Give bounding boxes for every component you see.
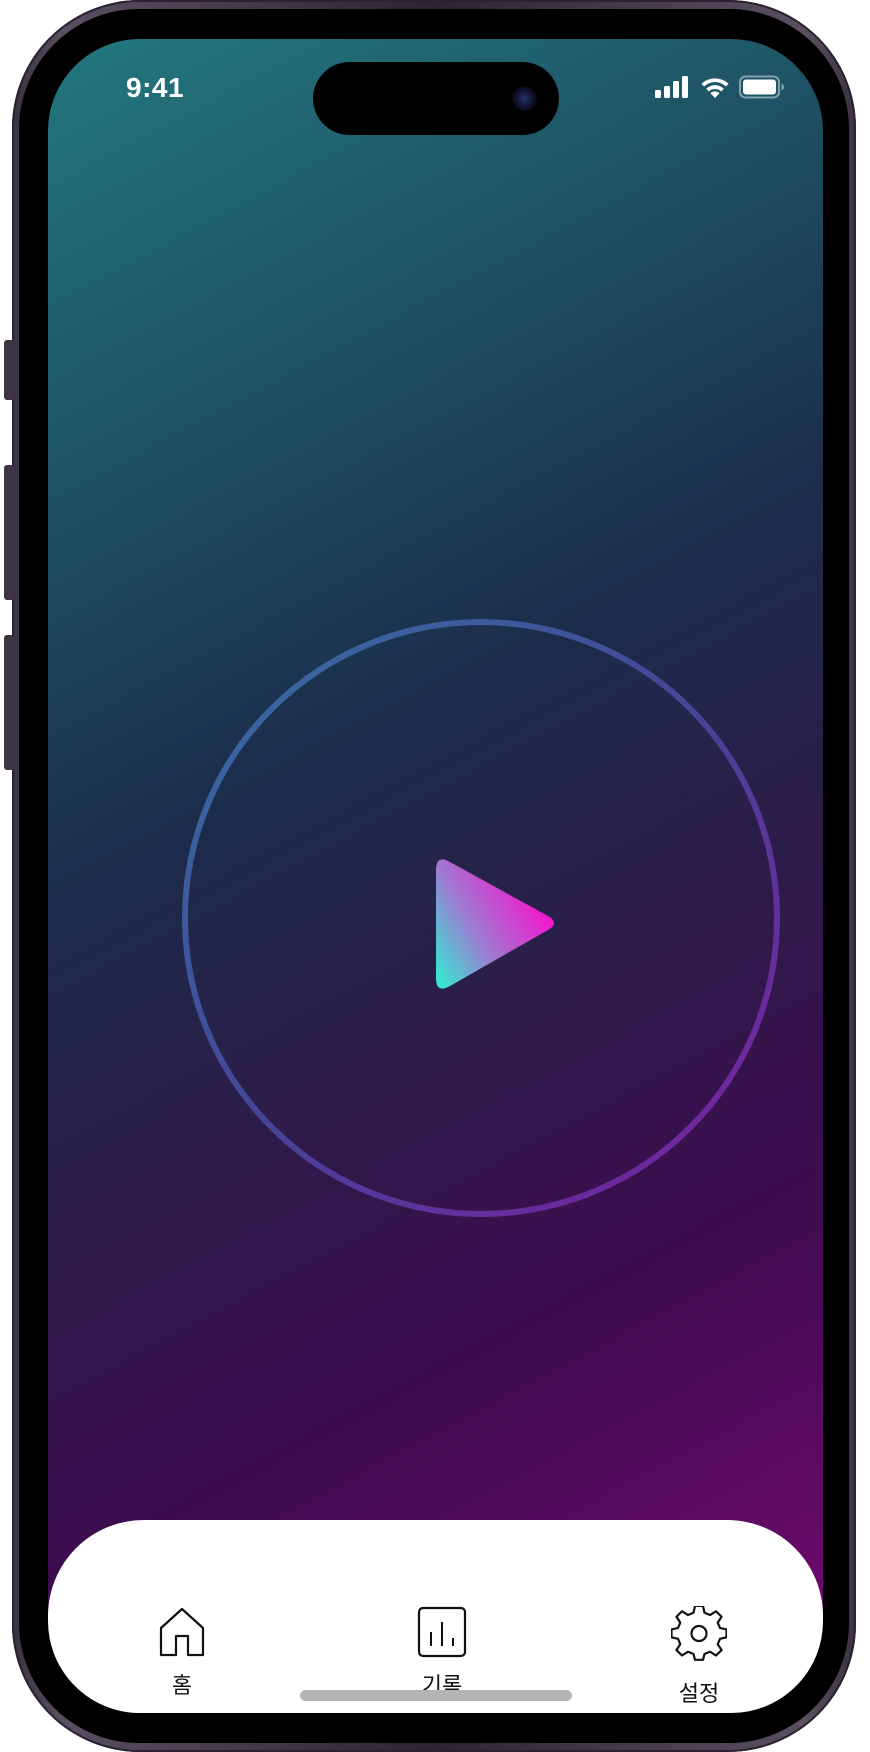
battery-icon: [739, 75, 784, 99]
home-indicator[interactable]: [300, 1690, 572, 1701]
bottom-tab-bar: 홈 기록 설정: [48, 1520, 823, 1713]
side-button-volume-up: [4, 465, 14, 600]
play-icon: [436, 859, 554, 989]
page: 9:41 홈 기록 설정: [0, 0, 870, 1752]
front-camera: [512, 86, 537, 111]
tab-home-label: 홈: [171, 1674, 193, 1699]
side-button-volume-down: [4, 635, 14, 770]
tab-settings-label: 설정: [678, 1682, 720, 1707]
dynamic-island: [313, 62, 559, 135]
tab-home[interactable]: 홈: [132, 1606, 232, 1700]
status-time: 9:41: [126, 72, 185, 103]
home-icon: [159, 1607, 205, 1657]
gear-icon: [671, 1606, 727, 1661]
app-screen: 9:41 홈 기록 설정: [48, 39, 823, 1713]
tab-settings[interactable]: 설정: [649, 1606, 749, 1708]
tab-history[interactable]: 기록: [392, 1606, 492, 1700]
cellular-signal-icon: [655, 76, 688, 98]
bar-chart-icon: [417, 1606, 467, 1658]
status-icons: [655, 72, 785, 102]
play-button[interactable]: [428, 848, 564, 994]
wifi-icon: [701, 78, 729, 98]
side-button-action: [4, 340, 14, 400]
